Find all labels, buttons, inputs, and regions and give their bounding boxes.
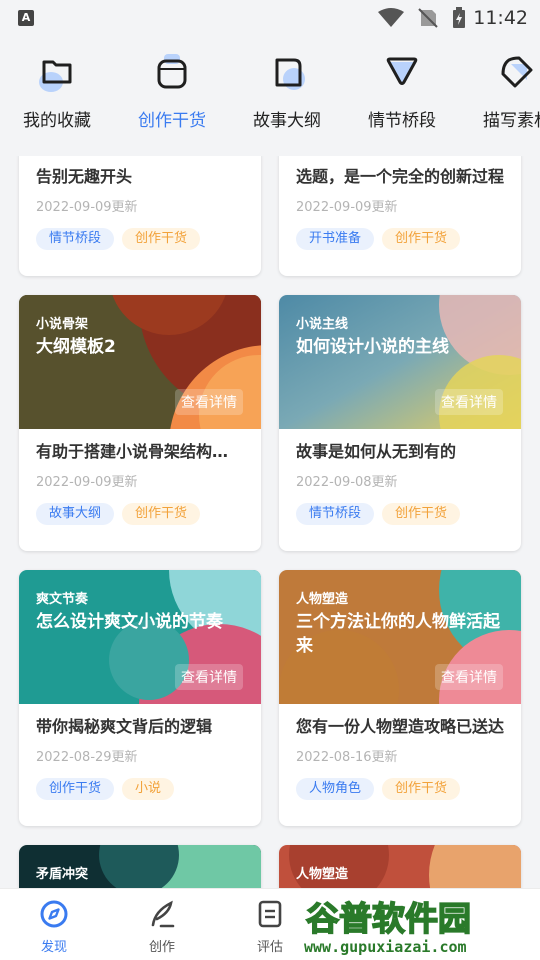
category-description-material[interactable]: 描写素材 — [462, 36, 540, 156]
quill-icon — [151, 900, 175, 928]
card-description: 选题，是一个完全的创新过程 — [296, 167, 504, 186]
view-details-button[interactable]: 查看详情 — [435, 664, 503, 690]
tag-pill[interactable]: 创作干货 — [382, 503, 461, 525]
card-date: 2022-08-16更新 — [296, 750, 398, 765]
watermark-logo: 谷普软件园 www.gupuxiazai.com — [298, 888, 540, 960]
tab-discover[interactable]: 发现 — [0, 889, 108, 960]
watermark-logo-art: 谷普软件园 www.gupuxiazai.com — [304, 898, 472, 956]
category-label: 创作干货 — [138, 111, 206, 131]
cover-tag: 小说骨架 — [36, 317, 89, 332]
tag-icon — [501, 56, 533, 88]
card-cover: 小说主线 如何设计小说的主线 查看详情 — [279, 295, 521, 429]
card-cover: 人物塑造 三个方法让你的人物鲜活起来 查看详情 — [279, 570, 521, 704]
cover-title: 三个方法让你的人物鲜活起来 — [296, 612, 500, 656]
tag-pill[interactable]: 创作干货 — [382, 228, 461, 250]
battery-charging-icon — [453, 7, 465, 28]
tag-pill[interactable]: 情节桥段 — [36, 228, 115, 250]
card-cover: 矛盾冲突 — [19, 845, 261, 888]
status-icons — [378, 6, 466, 30]
article-card[interactable]: 小说骨架 大纲模板2 查看详情 有助于搭建小说骨架结构，快速成文 2022-09… — [19, 295, 261, 551]
wifi-icon — [378, 8, 404, 27]
funnel-icon — [386, 57, 418, 85]
compass-icon — [40, 900, 68, 928]
article-card[interactable]: 爽文节奏 怎么设计爽文小说的节奏 查看详情 带你揭秘爽文背后的逻辑 2022-0… — [19, 570, 261, 826]
category-bar: 我的收藏 创作干货 故事大纲 情节桥段 描写素材 — [0, 36, 540, 156]
article-card[interactable]: 人物塑造 三个方法让你的人物鲜活起来 查看详情 您有一份人物塑造攻略已送达 20… — [279, 570, 521, 826]
article-card[interactable]: 告别无趣开头 2022-09-09更新 情节桥段 创作干货 — [19, 156, 261, 276]
card-description: 有助于搭建小说骨架结构，快速成文 — [36, 442, 244, 461]
folder-icon — [39, 60, 72, 92]
category-label: 描写素材 — [483, 111, 540, 131]
tag-pill[interactable]: 情节桥段 — [296, 503, 375, 525]
card-description: 故事是如何从无到有的 — [296, 442, 457, 461]
category-label: 我的收藏 — [23, 111, 91, 131]
tag-pill[interactable]: 创作干货 — [382, 778, 461, 800]
category-writing-tips[interactable]: 创作干货 — [117, 36, 227, 156]
tag-pill[interactable]: 创作干货 — [122, 503, 201, 525]
tag-pill[interactable]: 人物角色 — [296, 778, 375, 800]
outline-card-icon — [275, 58, 305, 90]
view-details-button[interactable]: 查看详情 — [175, 389, 243, 415]
category-story-outline[interactable]: 故事大纲 — [232, 36, 342, 156]
tag-pill[interactable]: 小说 — [122, 778, 175, 800]
card-cover: 人物塑造 — [279, 845, 521, 888]
cover-title: 怎么设计爽文小说的节奏 — [36, 612, 223, 632]
tab-label: 创作 — [148, 940, 175, 955]
cover-tag: 小说主线 — [296, 317, 349, 332]
cover-tag: 爽文节奏 — [36, 592, 89, 607]
card-description: 带你揭秘爽文背后的逻辑 — [36, 717, 213, 736]
card-cover: 爽文节奏 怎么设计爽文小说的节奏 查看详情 — [19, 570, 261, 704]
category-label: 情节桥段 — [368, 111, 436, 131]
cover-title: 如何设计小说的主线 — [296, 337, 449, 357]
category-favorites[interactable]: 我的收藏 — [2, 36, 112, 156]
view-details-button[interactable]: 查看详情 — [435, 389, 503, 415]
cover-tag: 人物塑造 — [296, 867, 349, 882]
tag-pill[interactable]: 故事大纲 — [36, 503, 115, 525]
article-card[interactable]: 小说主线 如何设计小说的主线 查看详情 故事是如何从无到有的 2022-09-0… — [279, 295, 521, 551]
card-cover: 小说骨架 大纲模板2 查看详情 — [19, 295, 261, 429]
category-label: 故事大纲 — [253, 111, 321, 131]
card-description: 您有一份人物塑造攻略已送达 — [296, 717, 504, 736]
card-date: 2022-09-09更新 — [36, 475, 138, 490]
status-time: 11:42 — [473, 7, 528, 29]
svg-text:www.gupuxiazai.com: www.gupuxiazai.com — [304, 938, 467, 956]
app-notification-icon: A — [18, 10, 34, 26]
view-details-button[interactable]: 查看详情 — [175, 664, 243, 690]
document-icon — [258, 900, 282, 928]
card-date: 2022-09-08更新 — [296, 475, 398, 490]
article-feed: 告别无趣开头 2022-09-09更新 情节桥段 创作干货 选题，是一个完全的创… — [0, 156, 540, 888]
cover-tag: 矛盾冲突 — [36, 867, 89, 882]
category-plot-bridges[interactable]: 情节桥段 — [347, 36, 457, 156]
cover-tag: 人物塑造 — [296, 592, 349, 607]
card-date: 2022-08-29更新 — [36, 750, 138, 765]
tag-pill[interactable]: 开书准备 — [296, 228, 375, 250]
article-card[interactable]: 人物塑造 — [279, 845, 521, 888]
card-date: 2022-09-09更新 — [36, 200, 138, 215]
tag-pill[interactable]: 创作干货 — [122, 228, 201, 250]
article-card[interactable]: 矛盾冲突 — [19, 845, 261, 888]
svg-text:谷普软件园: 谷普软件园 — [306, 899, 471, 938]
status-bar: A 11:42 — [0, 0, 540, 36]
article-card[interactable]: 选题，是一个完全的创新过程 2022-09-09更新 开书准备 创作干货 — [279, 156, 521, 276]
tab-label: 发现 — [40, 940, 67, 955]
tab-create[interactable]: 创作 — [108, 889, 216, 960]
card-description: 告别无趣开头 — [36, 167, 133, 186]
cover-title: 大纲模板2 — [36, 337, 116, 357]
card-date: 2022-09-09更新 — [296, 200, 398, 215]
tag-pill[interactable]: 创作干货 — [36, 778, 115, 800]
no-signal-icon — [418, 8, 438, 28]
box-icon — [157, 54, 187, 89]
